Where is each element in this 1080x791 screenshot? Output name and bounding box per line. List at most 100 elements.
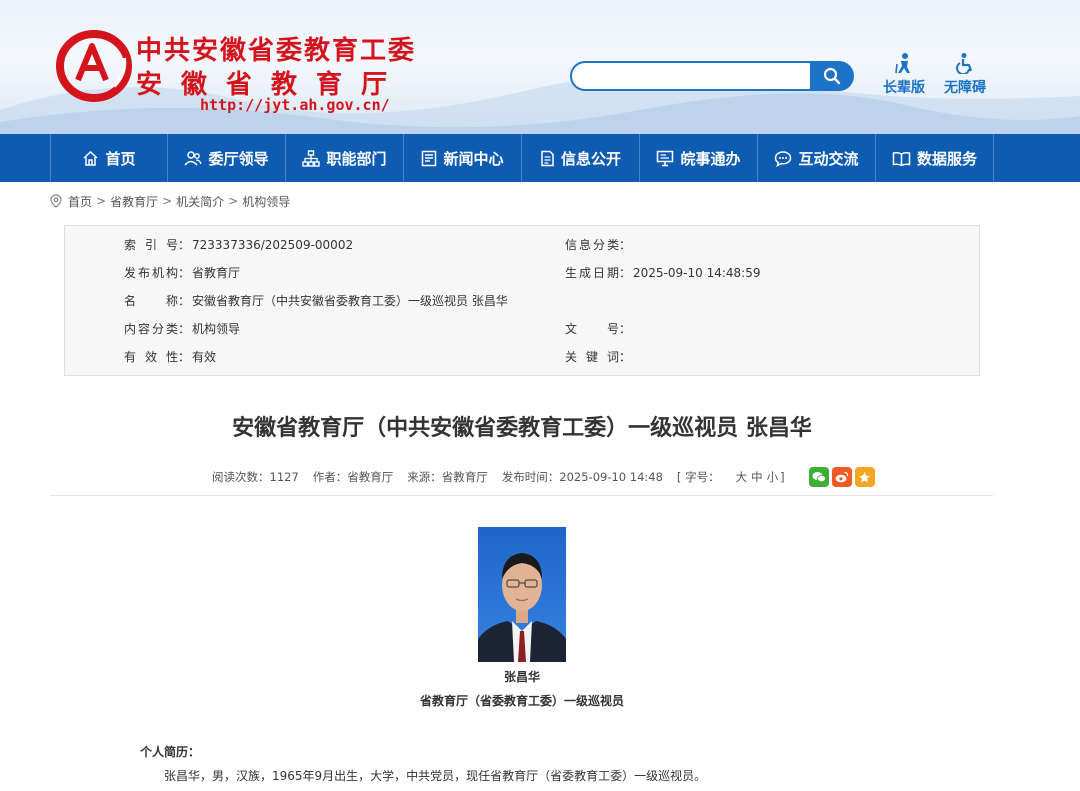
site-header: 中共安徽省委教育工委 安徽省教育厅 http://jyt.ah.gov.cn/ … [0, 0, 1080, 134]
info-category: 信息分类： [565, 235, 633, 255]
nav-item-interaction[interactable]: 互动交流 [758, 134, 876, 182]
search-input[interactable] [570, 61, 812, 91]
document-icon [541, 150, 554, 166]
article-title: 安徽省教育厅（中共安徽省委教育工委）一级巡视员 张昌华 [232, 416, 812, 441]
meta-divider [50, 495, 993, 496]
article-meta: 阅读次数：1127 作者：省教育厅 来源：省教育厅 发布时间：2025-09-1… [212, 466, 878, 488]
location-pin-icon [50, 194, 62, 208]
info-row: 索引号： 723337336/202509-00002 信息分类： [65, 235, 981, 255]
info-label: 关键词 [565, 350, 619, 364]
info-metadata-table: 索引号： 723337336/202509-00002 信息分类： 发布机构： 省教… [64, 225, 980, 376]
nav-item-news[interactable]: 新闻中心 [404, 134, 522, 182]
favorite-button[interactable] [854, 467, 875, 487]
info-value: 723337336/202509-00002 [192, 238, 354, 252]
nav-item-info-disclosure[interactable]: 信息公开 [522, 134, 640, 182]
info-label: 内容分类 [124, 322, 178, 336]
accessibility-button[interactable]: 无障碍 [937, 52, 993, 97]
home-icon [83, 150, 98, 166]
nav-item-data-service[interactable]: 数据服务 [876, 134, 994, 182]
portrait-photo [478, 527, 566, 662]
nav-item-home[interactable]: 首页 [50, 134, 168, 182]
nav-item-label: 互动交流 [798, 149, 859, 168]
font-size-small[interactable]: 小 [767, 470, 779, 484]
site-url: http://jyt.ah.gov.cn/ [200, 96, 390, 114]
nav-item-leaders[interactable]: 委厅领导 [168, 134, 286, 182]
info-value: 2025-09-10 14:48:59 [633, 266, 761, 280]
info-value: 安徽省教育厅（中共安徽省委教育工委）一级巡视员 张昌华 [192, 294, 508, 308]
font-size-prefix: [ 字号： [676, 470, 720, 484]
nav-item-label: 皖事通办 [680, 149, 741, 168]
nav-item-label: 首页 [105, 149, 136, 168]
info-docno: 文号： [565, 319, 633, 339]
portrait-name: 张昌华 [503, 670, 540, 684]
info-name: 名称： 安徽省教育厅（中共安徽省委教育工委）一级巡视员 张昌华 [124, 291, 508, 311]
leaders-icon [184, 150, 203, 166]
meta-author: 作者：省教育厅 [312, 470, 394, 484]
book-icon [892, 151, 911, 166]
breadcrumb-link-department[interactable]: 省教育厅 [110, 193, 158, 210]
nav-item-label: 信息公开 [560, 149, 621, 168]
font-size-suffix: ] [780, 470, 785, 484]
portrait-position: 省教育厅（省委教育工委）一级巡视员 [419, 694, 624, 708]
info-label: 信息分类 [565, 238, 619, 252]
info-publisher: 发布机构： 省教育厅 [124, 263, 240, 283]
breadcrumb: 首页 > 省教育厅 > 机关简介 > 机构领导 [50, 193, 290, 209]
nav-item-departments[interactable]: 职能部门 [286, 134, 404, 182]
info-value: 机构领导 [192, 322, 241, 336]
main-nav-items: 首页 委厅领导 职能部门 新闻中心 信息公开 皖事通办 互动交流 数据服务 [50, 134, 994, 182]
info-label: 文号 [565, 322, 619, 336]
resume-text: 张昌华，男，汉族，1965年9月出生，大学，中共党员，现任省教育厅（省委教育工委… [164, 769, 707, 783]
elder-mode-button[interactable]: 长辈版 [876, 52, 932, 97]
breadcrumb-link-leaders[interactable]: 机构领导 [242, 193, 290, 210]
info-row: 发布机构： 省教育厅 生成日期： 2025-09-10 14:48:59 [65, 263, 981, 283]
nav-item-label: 数据服务 [916, 149, 977, 168]
info-date: 生成日期： 2025-09-10 14:48:59 [565, 263, 760, 283]
font-size-large[interactable]: 大 [736, 470, 748, 484]
wheelchair-icon [956, 53, 973, 74]
info-label: 有效性 [124, 350, 178, 364]
nav-item-label: 新闻中心 [443, 149, 504, 168]
breadcrumb-link-home[interactable]: 首页 [68, 193, 92, 210]
info-label: 生成日期 [565, 266, 619, 280]
info-label: 发布机构 [124, 266, 178, 280]
breadcrumb-separator: > [96, 194, 107, 208]
info-value: 省教育厅 [192, 266, 241, 280]
info-row: 名称： 安徽省教育厅（中共安徽省委教育工委）一级巡视员 张昌华 [65, 291, 981, 311]
nav-item-label: 委厅领导 [208, 149, 269, 168]
nav-item-label: 职能部门 [326, 149, 387, 168]
org-chart-icon [302, 149, 321, 167]
wechat-icon [812, 472, 826, 483]
elder-icon [895, 53, 910, 74]
site-title-line1: 中共安徽省委教育工委 [136, 36, 417, 66]
main-nav: 首页 委厅领导 职能部门 新闻中心 信息公开 皖事通办 互动交流 数据服务 [0, 134, 1080, 182]
monitor-icon [657, 150, 674, 166]
weibo-icon [835, 471, 848, 483]
site-logo-icon[interactable] [56, 28, 132, 102]
breadcrumb-link-intro[interactable]: 机关简介 [176, 193, 224, 210]
info-value: 有效 [192, 350, 217, 364]
meta-source: 来源：省教育厅 [407, 470, 488, 484]
info-label: 名称 [124, 294, 178, 308]
info-row: 有效性： 有效 关键词： [65, 347, 981, 367]
nav-item-wanshitong[interactable]: 皖事通办 [640, 134, 758, 182]
share-weibo-button[interactable] [831, 467, 852, 487]
share-wechat-button[interactable] [808, 467, 829, 487]
breadcrumb-separator: > [162, 194, 173, 208]
info-keywords: 关键词： [565, 347, 633, 367]
portrait-image [478, 553, 566, 662]
news-icon [422, 150, 437, 166]
info-validity: 有效性： 有效 [124, 347, 216, 367]
elder-mode-label: 长辈版 [883, 80, 925, 96]
accessibility-label: 无障碍 [944, 80, 986, 96]
resume-title: 个人简历： [140, 745, 201, 759]
info-index: 索引号： 723337336/202509-00002 [124, 235, 353, 255]
meta-pubtime: 发布时间：2025-09-10 14:48 [501, 470, 663, 484]
info-row: 内容分类： 机构领导 文号： [65, 319, 981, 339]
search-icon [823, 67, 841, 85]
search-button[interactable] [810, 61, 854, 91]
font-size-medium[interactable]: 中 [751, 470, 763, 484]
star-icon [859, 471, 871, 482]
share-buttons [808, 467, 878, 487]
info-label: 索引号 [124, 238, 178, 252]
info-content-category: 内容分类： 机构领导 [124, 319, 240, 339]
